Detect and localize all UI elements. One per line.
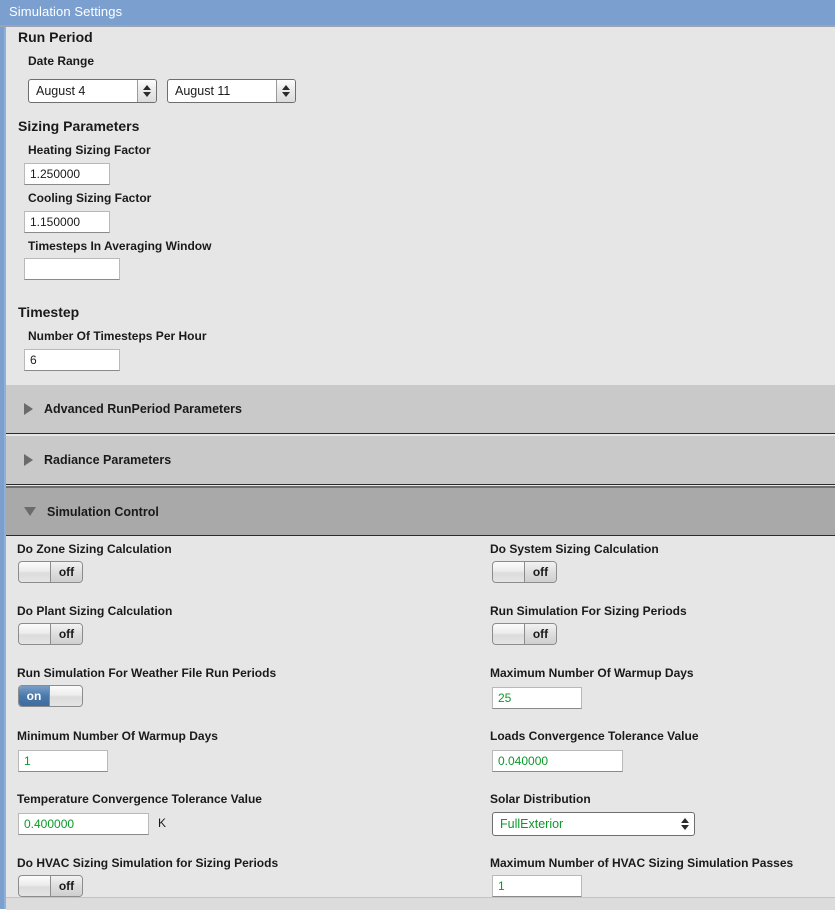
chevron-up-icon[interactable] [143,85,151,90]
do-plant-sizing-toggle[interactable]: off [18,623,83,645]
panel-bottom-strip [6,897,835,910]
end-date-spinner[interactable]: August 11 [167,79,296,103]
heating-sizing-factor-input[interactable]: 1.250000 [24,163,110,185]
do-plant-sizing-state: off [51,624,82,644]
run-sim-sizing-periods-state: off [525,624,556,644]
settings-scroll-area[interactable]: Run Period Date Range August 4 August 11… [6,27,835,909]
run-sim-sizing-periods-label: Run Simulation For Sizing Periods [490,604,687,618]
loads-convergence-label: Loads Convergence Tolerance Value [490,729,699,743]
end-date-value: August 11 [175,84,231,98]
chevron-down-icon[interactable] [680,825,689,830]
max-hvac-passes-label: Maximum Number of HVAC Sizing Simulation… [490,856,794,870]
section-advanced-runperiod-parameters[interactable]: Advanced RunPeriod Parameters [6,384,835,434]
chevron-up-icon[interactable] [282,85,290,90]
min-warmup-days-label: Minimum Number Of Warmup Days [17,729,218,743]
do-zone-sizing-toggle[interactable]: off [18,561,83,583]
window-title: Simulation Settings [9,4,123,19]
run-sim-weather-file-toggle[interactable]: on [18,685,83,707]
solar-distribution-value: FullExterior [500,817,564,831]
run-period-heading: Run Period [18,29,93,45]
timesteps-averaging-window-input[interactable] [24,258,120,280]
temperature-convergence-unit: K [158,816,167,830]
timesteps-per-hour-input[interactable]: 6 [24,349,120,371]
do-plant-sizing-label: Do Plant Sizing Calculation [17,604,173,618]
window-titlebar: Simulation Settings [0,0,835,27]
date-range-label: Date Range [28,54,95,68]
toggle-knob [493,562,525,582]
heating-sizing-factor-label: Heating Sizing Factor [28,143,151,157]
temperature-convergence-input[interactable]: 0.400000 [18,813,149,835]
loads-convergence-input[interactable]: 0.040000 [492,750,623,772]
section-advanced-runperiod-label: Advanced RunPeriod Parameters [44,402,242,416]
begin-date-spinner[interactable]: August 4 [28,79,157,103]
sizing-parameters-heading: Sizing Parameters [18,118,140,134]
section-radiance-parameters[interactable]: Radiance Parameters [6,435,835,485]
do-hvac-sizing-sim-state: off [51,876,82,896]
section-simulation-control[interactable]: Simulation Control [6,486,835,536]
triangle-right-icon[interactable] [24,403,33,415]
cooling-sizing-factor-input[interactable]: 1.150000 [24,211,110,233]
do-hvac-sizing-sim-label: Do HVAC Sizing Simulation for Sizing Per… [17,856,279,870]
timesteps-per-hour-label: Number Of Timesteps Per Hour [28,329,207,343]
begin-date-stepper[interactable] [137,80,156,102]
toggle-knob [19,876,51,896]
solar-distribution-stepper[interactable] [675,813,694,835]
end-date-stepper[interactable] [276,80,295,102]
do-hvac-sizing-sim-toggle[interactable]: off [18,875,83,897]
triangle-right-icon[interactable] [24,454,33,466]
section-radiance-label: Radiance Parameters [44,453,172,467]
run-sim-weather-file-label: Run Simulation For Weather File Run Peri… [17,666,277,680]
toggle-knob [50,686,82,706]
toggle-knob [493,624,525,644]
toggle-knob [19,624,51,644]
solar-distribution-label: Solar Distribution [490,792,591,806]
do-system-sizing-label: Do System Sizing Calculation [490,542,659,556]
do-system-sizing-state: off [525,562,556,582]
triangle-down-icon[interactable] [24,507,36,516]
do-zone-sizing-state: off [51,562,82,582]
cooling-sizing-factor-label: Cooling Sizing Factor [28,191,152,205]
solar-distribution-select[interactable]: FullExterior [492,812,695,836]
chevron-down-icon[interactable] [282,92,290,97]
chevron-down-icon[interactable] [143,92,151,97]
max-warmup-days-label: Maximum Number Of Warmup Days [490,666,694,680]
timestep-heading: Timestep [18,304,80,320]
min-warmup-days-input[interactable]: 1 [18,750,108,772]
run-sim-weather-file-state: on [19,686,50,706]
simulation-settings-window: Simulation Settings Run Period Date Rang… [0,0,835,910]
run-sim-sizing-periods-toggle[interactable]: off [492,623,557,645]
begin-date-value: August 4 [36,84,86,98]
temperature-convergence-label: Temperature Convergence Tolerance Value [17,792,262,806]
do-zone-sizing-label: Do Zone Sizing Calculation [17,542,172,556]
section-simulation-control-label: Simulation Control [47,504,159,519]
max-warmup-days-input[interactable]: 25 [492,687,582,709]
chevron-up-icon[interactable] [680,818,689,823]
max-hvac-passes-input[interactable]: 1 [492,875,582,897]
do-system-sizing-toggle[interactable]: off [492,561,557,583]
toggle-knob [19,562,51,582]
timesteps-averaging-window-label: Timesteps In Averaging Window [28,239,212,253]
